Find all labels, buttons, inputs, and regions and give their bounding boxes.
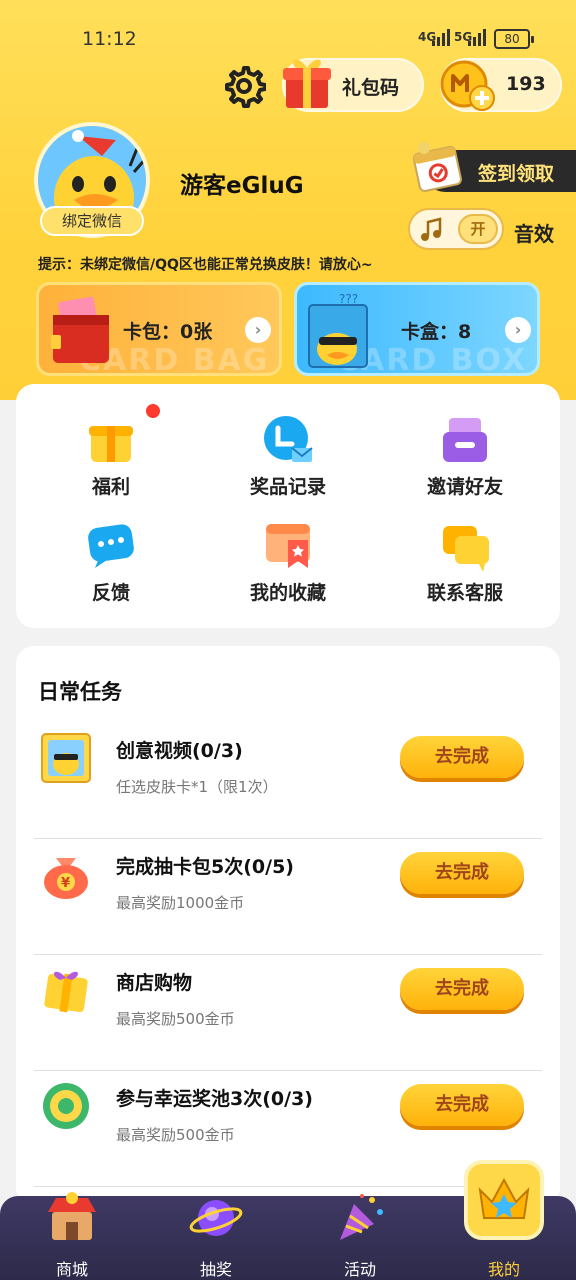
signal-icon-2 <box>468 28 488 46</box>
tab-label-lottery: 抽奖 <box>199 1260 232 1279</box>
tab-mine-icon-badge[interactable] <box>464 1160 544 1240</box>
card-box-card[interactable]: CARD BOX ??? 卡盒：8 › <box>294 282 540 376</box>
svg-text:???: ??? <box>339 292 358 306</box>
menu-label-favorites: 我的收藏 <box>249 582 326 604</box>
status-time: 11:12 <box>82 28 137 50</box>
tab-activity[interactable]: 活动 <box>310 1194 410 1280</box>
divider <box>34 1070 542 1071</box>
task-row: 商店购物 最高奖励500金币 去完成 <box>16 964 560 1080</box>
shopping-gift-icon <box>44 971 88 1013</box>
invite-icon <box>443 418 487 462</box>
task-go-button[interactable]: 去完成 <box>400 736 524 778</box>
menu-item-welfare[interactable]: 福利 <box>36 404 186 514</box>
feature-menu: 福利 奖品记录 邀请好友 反馈 我的收藏 联系客服 <box>16 384 560 628</box>
notification-dot <box>146 404 160 418</box>
card-box-icon: ??? <box>308 292 368 368</box>
menu-item-customer-service[interactable]: 联系客服 <box>390 520 540 620</box>
tab-label-shop: 商城 <box>55 1260 88 1279</box>
menu-item-invite[interactable]: 邀请好友 <box>390 414 540 514</box>
lucky-pool-icon <box>43 1083 89 1129</box>
menu-label-prize-record: 奖品记录 <box>249 476 326 498</box>
coin-add-icon <box>440 60 495 111</box>
menu-item-prize-record[interactable]: 奖品记录 <box>213 414 363 514</box>
task-title: 参与幸运奖池3次(0/3) <box>116 1088 313 1110</box>
username: 游客eGluG <box>180 173 304 199</box>
task-reward: 最高奖励1000金币 <box>116 894 245 912</box>
gift-box-icon <box>283 59 331 108</box>
customer-service-icon <box>443 526 489 572</box>
task-go-button[interactable]: 去完成 <box>400 1084 524 1126</box>
daily-tasks-panel: 日常任务 创意视频(0/3) 任选皮肤卡*1（限1次） 去完成 ¥ 完成抽卡包5… <box>16 646 560 1206</box>
divider <box>34 954 542 955</box>
shop-icon <box>48 1192 96 1240</box>
task-reward: 最高奖励500金币 <box>116 1010 235 1028</box>
task-reward: 任选皮肤卡*1（限1次） <box>116 778 278 796</box>
tab-shop[interactable]: 商城 <box>22 1192 122 1280</box>
tab-lottery[interactable]: 抽奖 <box>166 1196 266 1280</box>
card-box-label: 卡盒：8 <box>401 321 472 343</box>
task-reward: 最高奖励500金币 <box>116 1126 235 1144</box>
feedback-icon <box>88 524 134 568</box>
bind-hint: 提示：未绑定微信/QQ区也能正常兑换皮肤！请放心~ <box>38 257 373 273</box>
menu-label-welfare: 福利 <box>91 476 130 498</box>
prize-record-icon <box>264 416 313 462</box>
coin-balance[interactable]: 193 <box>440 58 562 112</box>
signal-icon <box>432 28 452 46</box>
task-go-button[interactable]: 去完成 <box>400 968 524 1010</box>
chevron-right-icon: › <box>505 317 531 343</box>
profile-header: 11:12 4G 5G 80 礼包码 193 绑定微信 游客eGluG 签到领取… <box>0 0 576 400</box>
card-bag-label: 卡包：0张 <box>123 321 213 343</box>
task-row: 创意视频(0/3) 任选皮肤卡*1（限1次） 去完成 <box>16 732 560 848</box>
menu-item-feedback[interactable]: 反馈 <box>36 520 186 620</box>
crown-icon <box>478 1177 530 1219</box>
svg-text:¥: ¥ <box>61 876 70 891</box>
battery-icon: 80 <box>494 29 534 49</box>
chevron-right-icon: › <box>245 317 271 343</box>
task-go-button[interactable]: 去完成 <box>400 852 524 894</box>
coin-count: 193 <box>506 73 546 95</box>
daily-tasks-title: 日常任务 <box>38 680 122 704</box>
menu-item-favorites[interactable]: 我的收藏 <box>213 520 363 620</box>
gift-code-label: 礼包码 <box>342 77 400 99</box>
card-bag-card[interactable]: CARD BAG 卡包：0张 › <box>36 282 282 376</box>
task-title: 商店购物 <box>116 972 193 994</box>
music-note-icon <box>421 217 442 241</box>
sound-toggle-knob: 开 <box>458 214 498 244</box>
lottery-planet-icon <box>189 1200 243 1236</box>
divider <box>34 838 542 839</box>
menu-label-invite: 邀请好友 <box>426 476 503 498</box>
gear-icon[interactable] <box>222 64 266 108</box>
bind-wechat-button[interactable]: 绑定微信 <box>40 206 144 236</box>
menu-label-customer-service: 联系客服 <box>426 582 503 604</box>
task-row: ¥ 完成抽卡包5次(0/5) 最高奖励1000金币 去完成 <box>16 848 560 964</box>
status-bar: 11:12 4G 5G 80 <box>0 26 576 54</box>
video-card-icon <box>41 733 91 783</box>
task-title: 创意视频(0/3) <box>116 740 243 762</box>
tab-label-mine: 我的 <box>487 1260 520 1279</box>
card-bag-icon <box>51 296 109 363</box>
task-title: 完成抽卡包5次(0/5) <box>116 856 294 878</box>
calendar-checkin-icon <box>412 142 462 192</box>
gift-icon <box>89 426 133 462</box>
sound-label: 音效 <box>514 222 554 246</box>
gift-code-button[interactable]: 礼包码 <box>282 58 424 112</box>
menu-label-feedback: 反馈 <box>91 582 130 604</box>
favorites-icon <box>266 524 310 568</box>
tab-label-activity: 活动 <box>343 1260 376 1279</box>
money-bag-icon: ¥ <box>44 858 88 899</box>
checkin-label: 签到领取 <box>478 163 555 185</box>
sound-toggle[interactable]: 开 <box>408 208 504 250</box>
party-popper-icon <box>340 1194 383 1240</box>
